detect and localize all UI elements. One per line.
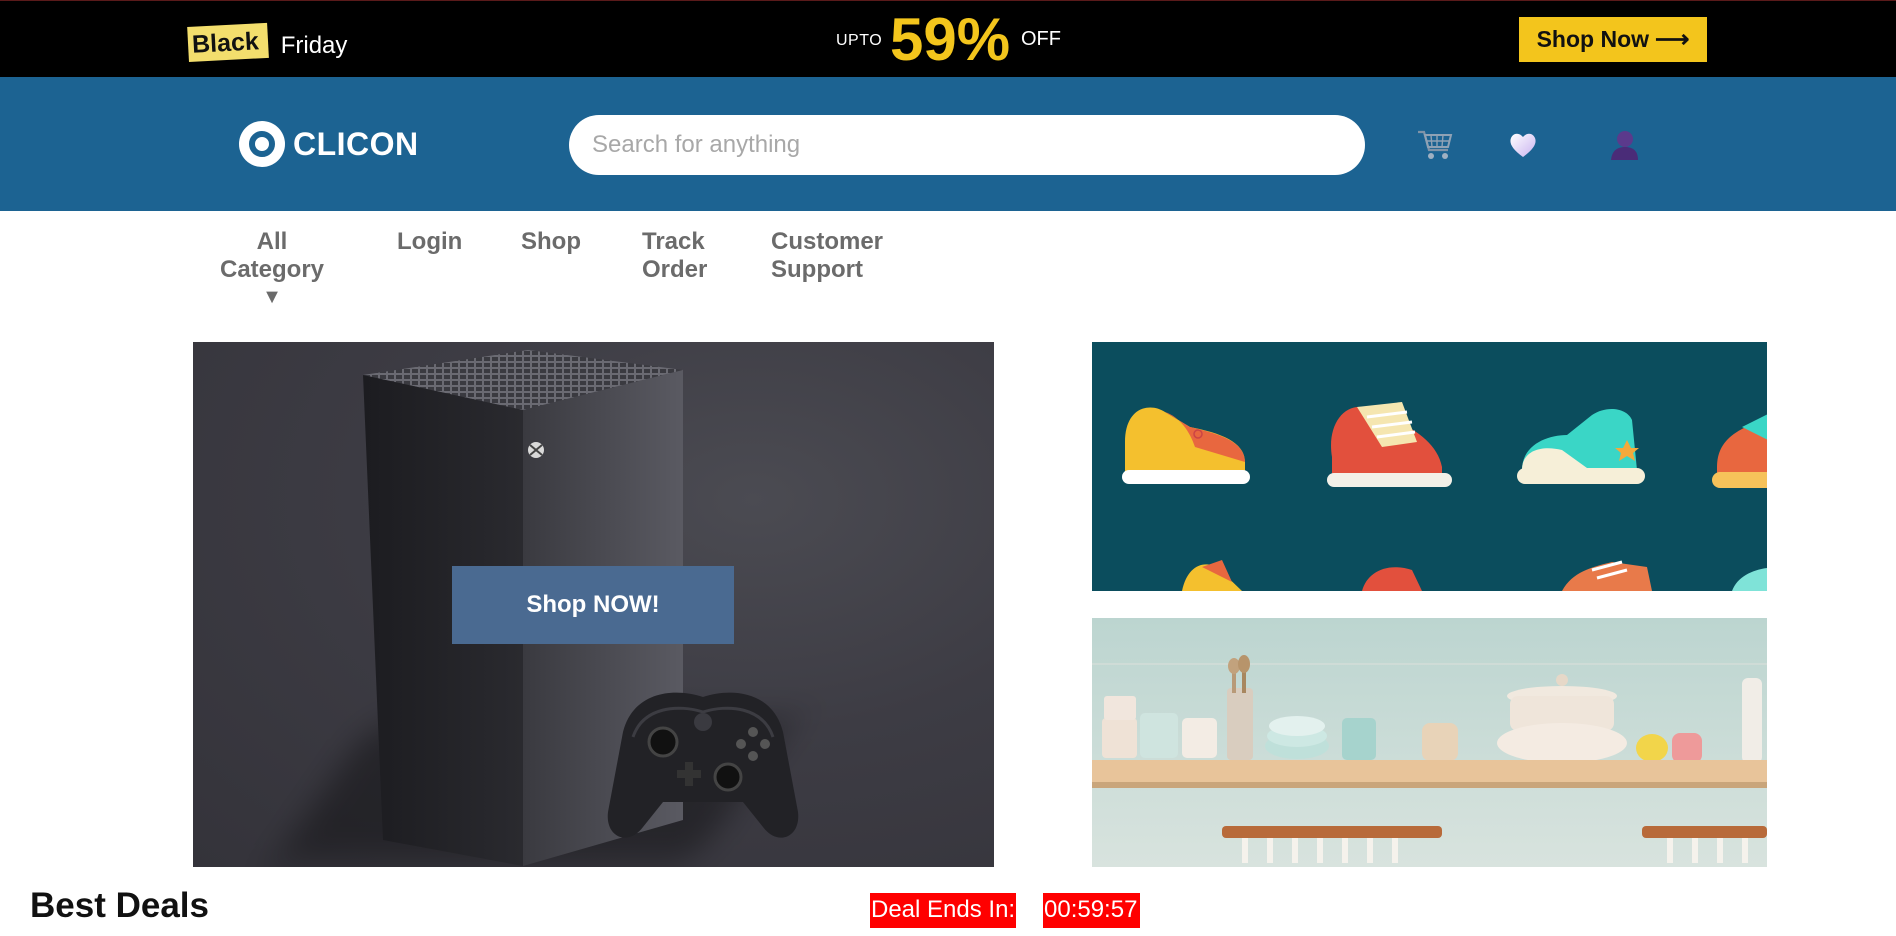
main-nav: All Category ▼ Login Shop Track Order Cu…: [0, 211, 1896, 311]
kitchenware-illustration: [1092, 618, 1767, 867]
hero-banner-kitchen[interactable]: [1092, 618, 1767, 867]
heart-icon[interactable]: [1503, 125, 1543, 165]
brand-name: CLICON: [293, 125, 419, 162]
cart-icon[interactable]: [1415, 125, 1455, 165]
nav-shop[interactable]: Shop: [521, 228, 581, 256]
off-text: OFF: [1021, 28, 1061, 50]
nav-customer-support[interactable]: Customer Support: [771, 228, 901, 284]
hero-banner-console[interactable]: Shop NOW!: [193, 342, 994, 867]
discount-percent: 59%: [890, 6, 1011, 73]
site-header: CLICON: [0, 77, 1896, 211]
arrow-right-icon: ⟶: [1655, 26, 1690, 53]
caret-down-icon: ▼: [262, 286, 282, 308]
hero-banner-shoes[interactable]: [1092, 342, 1767, 591]
upto-text: UPTO: [836, 32, 883, 49]
hero-shop-now-button[interactable]: Shop NOW!: [452, 566, 734, 644]
user-icon[interactable]: [1604, 125, 1644, 165]
search-input[interactable]: [569, 115, 1365, 175]
logo-icon: [239, 121, 285, 167]
deal-ends-label: Deal Ends In:: [870, 893, 1017, 928]
shop-now-label: Shop Now: [1536, 26, 1650, 52]
promo-bar: Black Friday UPTO 59% OFF Shop Now ⟶: [0, 0, 1896, 77]
deal-countdown-timer: 00:59:57: [1043, 893, 1141, 928]
black-friday-label: Black Friday: [187, 22, 348, 62]
shop-now-button[interactable]: Shop Now ⟶: [1519, 17, 1707, 62]
friday-text: Friday: [280, 32, 348, 59]
nav-login[interactable]: Login: [397, 228, 462, 256]
nav-all-category-label: All Category: [219, 228, 325, 283]
game-controller-image: [607, 692, 799, 838]
black-badge: Black: [187, 22, 269, 62]
nav-all-category[interactable]: All Category ▼: [219, 228, 325, 308]
nav-track-order[interactable]: Track Order: [642, 228, 722, 284]
shoes-illustration: [1122, 402, 1767, 591]
best-deals-heading: Best Deals: [30, 886, 209, 925]
logo[interactable]: CLICON: [239, 121, 419, 167]
